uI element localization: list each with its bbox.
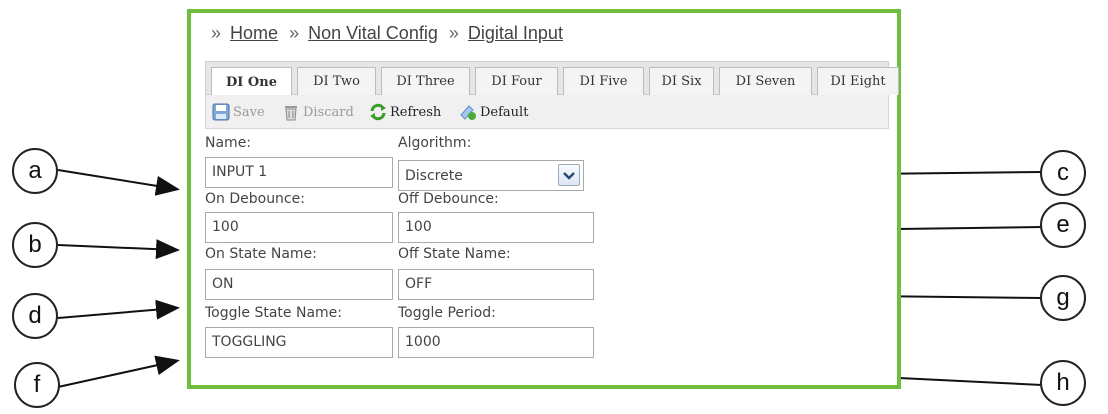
on-debounce-label: On Debounce: (205, 191, 305, 207)
callout-e: e (1040, 202, 1086, 248)
chevron-down-icon[interactable] (558, 164, 580, 186)
floppy-disk-icon (212, 103, 230, 121)
toolbar: Save Discard Refresh Default (205, 95, 889, 129)
algorithm-select[interactable]: Discrete (398, 160, 584, 191)
on-state-name-field[interactable]: ON (205, 269, 393, 300)
algorithm-selected-value: Discrete (405, 168, 463, 184)
callout-c: c (1040, 150, 1086, 196)
refresh-icon (369, 103, 387, 121)
breadcrumb-digital-input-link[interactable]: Digital Input (468, 23, 563, 43)
toggle-period-field[interactable]: 1000 (398, 327, 594, 358)
tab-di-three[interactable]: DI Three (381, 67, 470, 95)
breadcrumb-separator: » (211, 23, 222, 43)
tab-di-one[interactable]: DI One (211, 67, 292, 96)
callout-d: d (12, 293, 58, 339)
toggle-period-label: Toggle Period: (398, 305, 496, 321)
tab-di-seven[interactable]: DI Seven (719, 67, 812, 95)
callout-a: a (12, 148, 58, 194)
off-state-name-label: Off State Name: (398, 246, 511, 262)
refresh-label: Refresh (390, 104, 442, 120)
arrow-a (57, 169, 180, 196)
on-state-name-label: On State Name: (205, 246, 317, 262)
toggle-state-name-label: Toggle State Name: (205, 305, 342, 321)
default-icon (459, 103, 477, 121)
tab-di-four[interactable]: DI Four (475, 67, 558, 95)
tab-di-five[interactable]: DI Five (563, 67, 644, 95)
tab-di-six[interactable]: DI Six (649, 67, 714, 95)
off-debounce-field[interactable]: 100 (398, 212, 594, 243)
toggle-state-name-field[interactable]: TOGGLING (205, 327, 393, 358)
default-label: Default (480, 104, 529, 120)
name-label: Name: (205, 135, 252, 151)
breadcrumb-non-vital-config-link[interactable]: Non Vital Config (308, 23, 438, 43)
callout-b: b (12, 222, 58, 268)
callout-f: f (14, 362, 60, 408)
callout-g: g (1040, 275, 1086, 321)
discard-label: Discard (303, 104, 354, 120)
breadcrumb-home-link[interactable]: Home (230, 23, 278, 43)
arrow-d (57, 299, 180, 320)
default-button[interactable]: Default (459, 101, 528, 123)
save-button[interactable]: Save (212, 101, 265, 123)
on-debounce-field[interactable]: 100 (205, 212, 393, 243)
callout-h: h (1040, 360, 1086, 406)
breadcrumb: » Home » Non Vital Config » Digital Inpu… (211, 23, 569, 44)
arrow-f (57, 355, 180, 388)
save-label: Save (233, 104, 265, 120)
off-debounce-label: Off Debounce: (398, 191, 499, 207)
algorithm-label: Algorithm: (398, 135, 472, 151)
trash-can-icon (282, 103, 300, 121)
refresh-button[interactable]: Refresh (369, 101, 441, 123)
breadcrumb-separator: » (289, 23, 300, 43)
tab-di-eight[interactable]: DI Eight (817, 67, 899, 95)
breadcrumb-separator: » (448, 23, 459, 43)
discard-button[interactable]: Discard (282, 101, 354, 123)
tab-bar: DI One DI Two DI Three DI Four DI Five D… (205, 61, 899, 96)
name-field[interactable]: INPUT 1 (205, 157, 393, 188)
arrow-b (57, 239, 180, 260)
off-state-name-field[interactable]: OFF (398, 269, 594, 300)
digital-input-panel: » Home » Non Vital Config » Digital Inpu… (187, 9, 901, 389)
tab-di-two[interactable]: DI Two (297, 67, 376, 95)
